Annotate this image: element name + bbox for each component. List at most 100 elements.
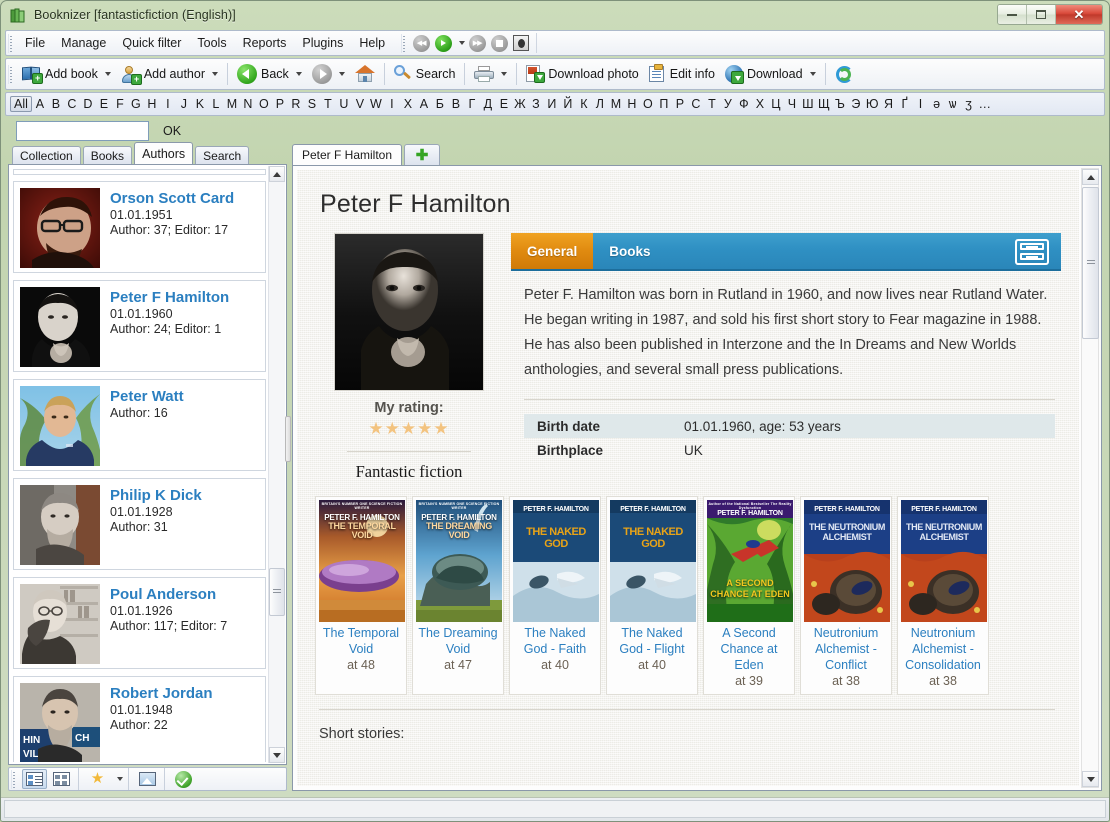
scroll-down-button[interactable] <box>269 747 285 763</box>
neutronium-alchemist-consolidation-cover[interactable]: PETER F. HAMILTON THE NEUTRONIUM ALCHEMIS… <box>901 500 987 622</box>
alpha-filter-16[interactable]: R <box>288 96 304 112</box>
alpha-filter-10[interactable]: K <box>192 96 208 112</box>
alpha-filter-46[interactable]: Ц <box>768 96 784 112</box>
stop-button[interactable] <box>488 33 510 53</box>
alpha-filter-17[interactable]: S <box>304 96 320 112</box>
favorites-button[interactable]: ★ <box>85 769 110 789</box>
author-list[interactable]: Orson Scott Card 01.01.1951 Author: 37; Ed… <box>13 169 266 762</box>
alpha-filter-0[interactable]: A <box>32 96 48 112</box>
menu-help[interactable]: Help <box>351 33 393 53</box>
book-card[interactable]: PETER F. HAMILTON THE NAKED GOD The Naked … <box>509 496 601 695</box>
home-button[interactable] <box>350 61 380 87</box>
alpha-filter-42[interactable]: Т <box>704 96 720 112</box>
alpha-filter-57[interactable]: ѡ <box>945 96 961 112</box>
alpha-filter-56[interactable]: ә <box>929 96 945 112</box>
book-card[interactable]: PETER F. HAMILTON THE NEUTRONIUM ALCHEMIS… <box>897 496 989 695</box>
alpha-filter-23[interactable]: X <box>400 96 416 112</box>
left-toolbar-grip[interactable] <box>11 769 18 789</box>
book-card[interactable]: PETER F. HAMILTON THE NAKED GOD The Naked … <box>606 496 698 695</box>
list-item[interactable]: HIN VILL CH Robert Jordan 01.01.1948 Autho… <box>13 676 266 762</box>
forward-button[interactable]: ▶▶ <box>466 33 488 53</box>
alpha-filter-3[interactable]: D <box>80 96 96 112</box>
alpha-filter-43[interactable]: У <box>720 96 736 112</box>
author-name[interactable]: Poul Anderson <box>110 586 227 604</box>
alpha-filter-29[interactable]: Е <box>496 96 512 112</box>
alpha-filter-44[interactable]: Ф <box>736 96 752 112</box>
author-name[interactable]: Robert Jordan <box>110 685 213 703</box>
close-button[interactable]: ✕ <box>1056 5 1102 24</box>
add-book-dropdown-icon[interactable] <box>104 72 111 76</box>
alpha-filter-6[interactable]: G <box>128 96 144 112</box>
details-view-button[interactable] <box>22 769 47 789</box>
menu-file[interactable]: File <box>17 33 53 53</box>
alpha-filter-31[interactable]: З <box>528 96 544 112</box>
alpha-filter-52[interactable]: Ю <box>864 96 881 112</box>
book-card[interactable]: PETER F. HAMILTON THE NEUTRONIUM ALCHEMIS… <box>800 496 892 695</box>
list-item[interactable]: Philip K Dick 01.01.1928 Author: 31 <box>13 478 266 570</box>
check-button[interactable] <box>171 769 196 789</box>
alpha-filter-34[interactable]: К <box>576 96 592 112</box>
scrollbar-thumb[interactable] <box>269 568 285 616</box>
the-naked-god-faith-cover[interactable]: PETER F. HAMILTON THE NAKED GOD <box>513 500 599 622</box>
the-naked-god-flight-cover[interactable]: PETER F. HAMILTON THE NAKED GOD <box>610 500 696 622</box>
content-scroll-up-button[interactable] <box>1082 169 1099 185</box>
list-item[interactable]: Poul Anderson 01.01.1926 Author: 117; Edit… <box>13 577 266 669</box>
alpha-filter-45[interactable]: Х <box>752 96 768 112</box>
book-title[interactable]: Neutronium Alchemist - Consolidation <box>901 625 985 673</box>
content-scrollbar[interactable] <box>1081 168 1099 788</box>
menu-tools[interactable]: Tools <box>189 33 234 53</box>
book-card[interactable]: BRITAIN'S NUMBER ONE SCIENCE FICTION WRI… <box>315 496 407 695</box>
alpha-filter-14[interactable]: O <box>256 96 272 112</box>
download-button[interactable]: Download <box>720 61 821 87</box>
forward-dropdown-icon[interactable] <box>338 72 345 76</box>
menu-quick-filter[interactable]: Quick filter <box>114 33 189 53</box>
play-dropdown-icon[interactable] <box>454 33 466 53</box>
alpha-filter-38[interactable]: О <box>640 96 656 112</box>
add-book-button[interactable]: + Add book <box>17 61 116 87</box>
tab-general[interactable]: General <box>511 233 594 269</box>
alpha-filter-24[interactable]: А <box>416 96 432 112</box>
alpha-filter-30[interactable]: Ж <box>512 96 528 112</box>
search-button[interactable]: Search <box>389 61 461 87</box>
content-scroll-down-button[interactable] <box>1082 771 1099 787</box>
menu-grip[interactable] <box>8 33 15 53</box>
alpha-filter-36[interactable]: М <box>608 96 624 112</box>
alpha-filter-8[interactable]: I <box>160 96 176 112</box>
alpha-filter-50[interactable]: Ъ <box>832 96 848 112</box>
edit-info-button[interactable]: Edit info <box>644 61 720 87</box>
alpha-filter-28[interactable]: Д <box>480 96 496 112</box>
list-item[interactable]: Orson Scott Card 01.01.1951 Author: 37; Ed… <box>13 181 266 273</box>
tab-peter-f-hamilton[interactable]: Peter F Hamilton <box>292 144 403 165</box>
the-temporal-void-cover[interactable]: BRITAIN'S NUMBER ONE SCIENCE FICTION WRI… <box>319 500 405 622</box>
alpha-filter-58[interactable]: ӡ <box>961 96 977 112</box>
alpha-filter-59[interactable]: … <box>977 96 994 112</box>
book-title[interactable]: The Temporal Void <box>319 625 403 657</box>
alpha-filter-37[interactable]: Н <box>624 96 640 112</box>
alpha-filter-53[interactable]: Я <box>881 96 897 112</box>
alpha-filter-21[interactable]: W <box>368 96 384 112</box>
left-tab-books[interactable]: Books <box>82 146 133 164</box>
alpha-filter-15[interactable]: P <box>272 96 288 112</box>
print-button[interactable] <box>469 61 512 87</box>
author-name[interactable]: Orson Scott Card <box>110 190 234 208</box>
neutronium-alchemist-conflict-cover[interactable]: PETER F. HAMILTON THE NEUTRONIUM ALCHEMIS… <box>804 500 890 622</box>
alpha-filter-19[interactable]: U <box>336 96 352 112</box>
alpha-filter-26[interactable]: В <box>448 96 464 112</box>
alpha-filter-5[interactable]: F <box>112 96 128 112</box>
the-dreaming-void-cover[interactable]: BRITAIN'S NUMBER ONE SCIENCE FICTION WRI… <box>416 500 502 622</box>
alpha-filter-27[interactable]: Г <box>464 96 480 112</box>
rewind-button[interactable]: ◀◀ <box>410 33 432 53</box>
print-dropdown-icon[interactable] <box>501 72 508 76</box>
alpha-filter-12[interactable]: M <box>224 96 240 112</box>
rating-stars[interactable]: ★★★★★ <box>319 419 499 439</box>
alpha-filter-13[interactable]: N <box>240 96 256 112</box>
author-list-scrollbar[interactable] <box>268 166 285 763</box>
maximize-button[interactable] <box>1027 5 1056 24</box>
menu-reports[interactable]: Reports <box>235 33 295 53</box>
ok-button[interactable]: OK <box>163 124 181 138</box>
book-title[interactable]: The Naked God - Faith <box>513 625 597 657</box>
minimize-button[interactable] <box>998 5 1027 24</box>
author-name[interactable]: Philip K Dick <box>110 487 202 505</box>
quick-filter-input[interactable] <box>16 121 149 141</box>
book-card[interactable]: BRITAIN'S NUMBER ONE SCIENCE FICTION WRI… <box>412 496 504 695</box>
